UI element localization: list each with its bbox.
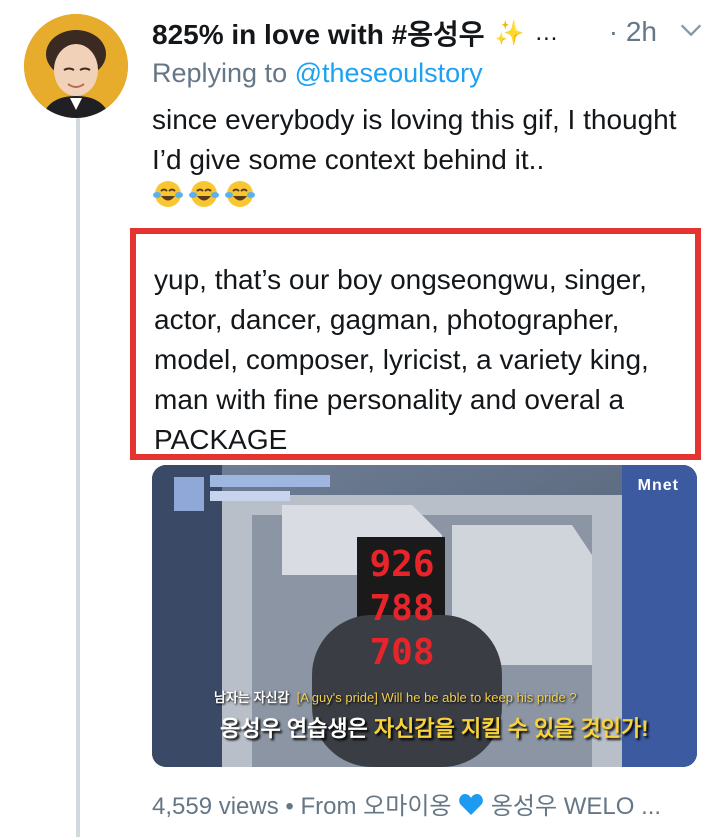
- score-3: 708: [369, 632, 435, 673]
- highlighted-quote-box: yup, that’s our boy ongseongwu, singer, …: [130, 228, 701, 460]
- chevron-down-icon[interactable]: [677, 16, 705, 44]
- avatar[interactable]: [24, 14, 128, 118]
- face-with-tears-of-joy-icon: [225, 181, 255, 207]
- tweet-media-gif[interactable]: Mnet 926 788 708 남자는 자신감 [A guy's pride]…: [152, 465, 697, 767]
- subtitle-yellow: 자신감을 지킬 수 있을 것인가!: [373, 716, 649, 741]
- tweet-text: since everybody is loving this gif, I th…: [152, 104, 677, 175]
- mnet-logo: Mnet: [637, 477, 679, 494]
- subtitle-korean-small: 남자는 자신감: [214, 690, 290, 705]
- from-label[interactable]: From 오마이옹: [301, 793, 452, 820]
- quote-text: yup, that’s our boy ongseongwu, singer, …: [154, 264, 649, 455]
- source-name[interactable]: 옹성우 WELO ...: [491, 793, 661, 820]
- timestamp-value: 2h: [625, 16, 657, 47]
- truncation-ellipsis: …: [534, 19, 561, 46]
- sparkles-icon: ✨: [494, 19, 525, 47]
- thread-line: [76, 118, 80, 837]
- display-name[interactable]: 825% in love with #옹성우: [152, 13, 484, 53]
- score-2: 788: [369, 588, 435, 629]
- tweet-header: 825% in love with #옹성우 ✨ … · 2h: [152, 14, 705, 52]
- emoji-row: [152, 178, 256, 210]
- subtitle-white: 옹성우 연습생은: [220, 716, 368, 741]
- blue-heart-icon: [459, 794, 484, 815]
- tweet-timestamp[interactable]: · 2h: [609, 16, 657, 48]
- replying-to: Replying to @theseoulstory: [152, 58, 483, 89]
- score-display: 926 788 708: [365, 543, 439, 675]
- face-with-tears-of-joy-icon: [189, 181, 219, 207]
- view-count: 4,559 views: [152, 793, 279, 820]
- footer-separator: •: [285, 793, 294, 820]
- subtitle-english: [A guy's pride] Will he be able to keep …: [296, 690, 577, 705]
- subtitle-top: 남자는 자신감 [A guy's pride] Will he be able …: [214, 687, 577, 706]
- score-1: 926: [369, 544, 435, 585]
- avatar-image: [24, 14, 128, 118]
- subtitle-main: 옹성우 연습생은 자신감을 지킬 수 있을 것인가!: [220, 711, 649, 743]
- tweet-footer: 4,559 views • From 오마이옹 옹성우 WELO ...: [152, 786, 661, 821]
- replying-handle-link[interactable]: @theseoulstory: [295, 58, 483, 88]
- face-with-tears-of-joy-icon: [153, 181, 183, 207]
- replying-prefix: Replying to: [152, 58, 288, 88]
